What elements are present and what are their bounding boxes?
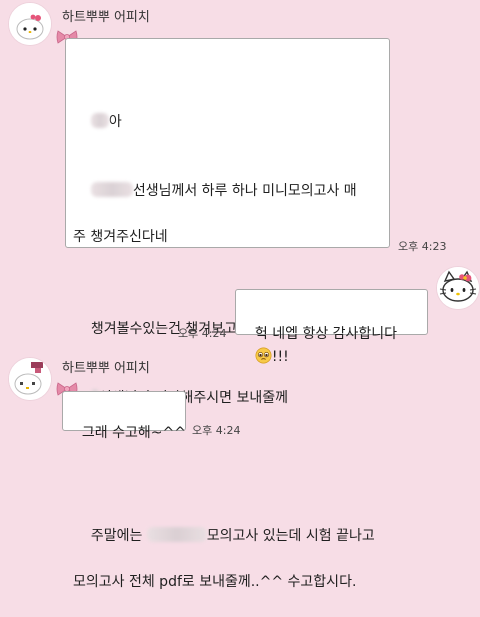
hello-kitty-avatar-icon [9,358,51,400]
message-bubble-3[interactable]: 그래 수고해~^^ [62,391,186,441]
message-line: 선생님께서 하루 하나 미니모의고사 매 [73,157,389,199]
pleading-face-emoji [255,347,272,364]
message-line: 아 [73,88,389,130]
redacted-name [146,527,207,542]
sender-name: 하트뿌뿌 어피치 [62,361,150,376]
message-time-2: 오후 4:24 [178,327,227,340]
message-bubble-2[interactable]: 헉 네엡 항상 감사합니다 !!! [235,289,428,365]
redacted-name [90,113,109,128]
hello-kitty-avatar-icon [437,267,479,309]
message-time-3: 오후 4:24 [192,424,241,437]
message-text: 그래 수고해~^^ [81,425,186,441]
message-line: 주말에는 모의고사 있는데 시험 끝나고 [90,527,375,544]
message-time-1: 오후 4:23 [398,240,447,253]
my-avatar[interactable] [436,266,480,310]
message-bubble-1[interactable]: 아 선생님께서 하루 하나 미니모의고사 매 주 챙겨주신다네 챙겨볼수있는건 … [65,38,390,590]
redacted-name [90,182,133,197]
sender-avatar-top[interactable] [8,2,52,46]
sender-name: 하트뿌뿌 어피치 [62,10,150,25]
hello-kitty-avatar-icon [9,3,51,45]
exclamation-text: !!! [271,349,289,365]
sender-avatar[interactable] [8,357,52,401]
message-text: 헉 네엡 항상 감사합니다 [254,326,398,342]
message-line: 주 챙겨주신다네 [73,229,168,245]
message-line: 모의고사 전체 pdf로 보내줄께..^^ 수고합시다. [73,574,357,590]
